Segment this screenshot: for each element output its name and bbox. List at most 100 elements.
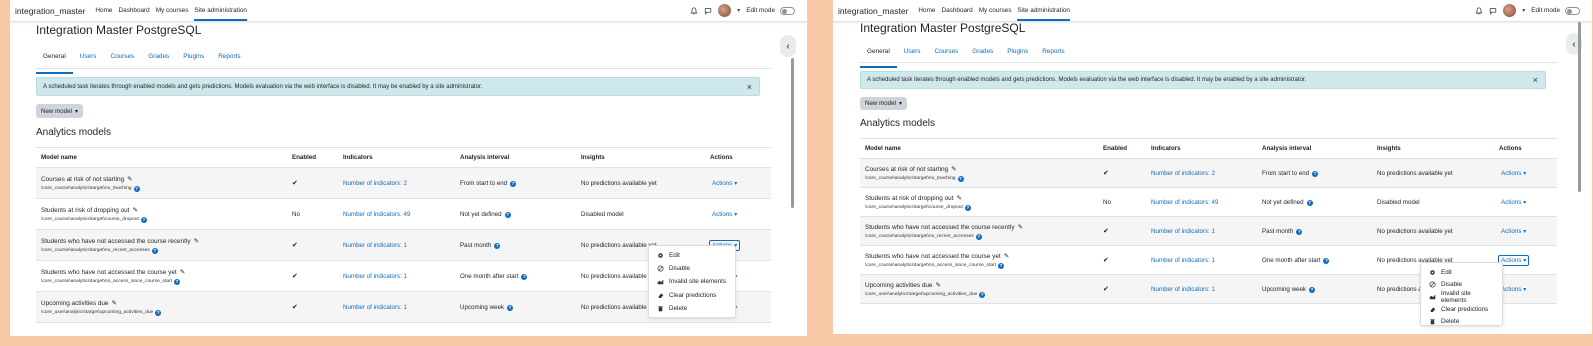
nav-home[interactable]: Home [95, 0, 112, 21]
help-icon[interactable]: ? [964, 204, 971, 211]
tab-general[interactable]: General [860, 48, 897, 68]
help-icon[interactable]: ? [155, 309, 162, 316]
message-icon[interactable] [704, 7, 712, 15]
menu-item-clear-predictions[interactable]: Clear predictions [1421, 303, 1502, 315]
help-icon[interactable]: ? [510, 180, 517, 187]
help-icon[interactable]: ? [1312, 170, 1319, 177]
actions-menu-button[interactable]: Actions▾ [1499, 169, 1528, 178]
pencil-icon[interactable]: ✎ [194, 238, 199, 245]
pencil-icon[interactable]: ✎ [951, 166, 956, 173]
menu-item-edit[interactable]: Edit [1421, 266, 1502, 278]
menu-item-delete[interactable]: Delete [1421, 316, 1502, 328]
indicators-link[interactable]: Number of indicators: 1 [343, 242, 407, 249]
tab-users[interactable]: Users [73, 53, 104, 68]
scrollbar[interactable] [791, 58, 794, 208]
pencil-icon[interactable]: ✎ [127, 176, 132, 183]
close-icon[interactable]: × [747, 82, 752, 92]
indicators-link[interactable]: Number of indicators: 49 [1151, 199, 1218, 206]
message-icon[interactable] [1489, 7, 1497, 15]
analysis-interval: One month after start [460, 272, 519, 280]
indicators-link[interactable]: Number of indicators: 49 [343, 211, 410, 218]
help-icon[interactable]: ? [133, 185, 140, 192]
help-icon[interactable]: ? [507, 304, 514, 311]
edit-mode-toggle[interactable] [780, 6, 795, 15]
new-model-button[interactable]: New model ▾ [860, 97, 908, 110]
pencil-icon[interactable]: ✎ [112, 300, 117, 307]
site-name[interactable]: integration_master [838, 6, 908, 16]
indicators-link[interactable]: Number of indicators: 2 [343, 180, 407, 187]
help-icon[interactable]: ? [1309, 286, 1316, 293]
pencil-icon[interactable]: ✎ [132, 207, 137, 214]
actions-menu-button[interactable]: Actions▾ [1499, 198, 1528, 207]
help-icon[interactable]: ? [504, 211, 511, 218]
menu-item-invalid-site-elements[interactable]: Invalid site elements [1421, 290, 1502, 304]
drawer-toggle[interactable]: ‹ [780, 35, 796, 57]
pencil-icon[interactable]: ✎ [956, 195, 961, 202]
user-avatar[interactable] [1503, 4, 1517, 17]
close-icon[interactable]: × [1533, 75, 1538, 85]
new-model-button[interactable]: New model ▾ [36, 104, 84, 118]
model-name-cell: Students at risk of dropping out ✎ \core_c… [36, 198, 287, 230]
help-icon[interactable]: ? [494, 242, 501, 249]
menu-item-delete[interactable]: Delete [649, 302, 735, 315]
model-target-path: \core_course\analytics\target\no_teachin… [41, 185, 282, 192]
actions-menu-button[interactable]: Actions▾ [1497, 254, 1530, 266]
pencil-icon[interactable]: ✎ [1018, 224, 1023, 231]
help-icon[interactable]: ? [979, 291, 986, 298]
help-icon[interactable]: ? [151, 247, 158, 254]
pencil-icon[interactable]: ✎ [936, 282, 941, 289]
nav-my-courses[interactable]: My courses [979, 0, 1012, 21]
tab-users[interactable]: Users [897, 48, 928, 62]
help-icon[interactable]: ? [140, 216, 147, 223]
pencil-icon[interactable]: ✎ [1004, 253, 1009, 260]
help-icon[interactable]: ? [1296, 228, 1303, 235]
nav-home[interactable]: Home [918, 0, 935, 21]
pencil-icon[interactable]: ✎ [180, 269, 185, 276]
chevron-down-icon[interactable]: ▾ [1522, 7, 1525, 14]
menu-item-invalid-site-elements[interactable]: Invalid site elements [649, 275, 735, 288]
tab-grades[interactable]: Grades [141, 53, 176, 68]
bell-icon[interactable] [1475, 6, 1483, 15]
actions-menu-button[interactable]: Actions▾ [1499, 227, 1528, 236]
help-icon[interactable]: ? [998, 262, 1005, 269]
nav-dashboard[interactable]: Dashboard [118, 0, 149, 21]
help-icon[interactable]: ? [521, 273, 528, 280]
help-icon[interactable]: ? [1306, 199, 1313, 206]
nav-my-courses[interactable]: My courses [156, 0, 189, 21]
tab-reports[interactable]: Reports [1035, 48, 1071, 62]
actions-menu-button[interactable]: Actions▾ [1499, 285, 1528, 294]
help-icon[interactable]: ? [1323, 257, 1330, 264]
tab-grades[interactable]: Grades [965, 48, 1000, 62]
menu-item-clear-predictions[interactable]: Clear predictions [649, 289, 735, 302]
menu-item-disable[interactable]: Disable [649, 262, 735, 275]
tab-reports[interactable]: Reports [211, 53, 247, 68]
tab-general[interactable]: General [36, 53, 73, 74]
bell-icon[interactable] [690, 6, 698, 15]
indicators-link[interactable]: Number of indicators: 2 [1151, 170, 1215, 177]
edit-mode-toggle[interactable] [1565, 6, 1580, 15]
help-icon[interactable]: ? [975, 233, 982, 240]
tab-plugins[interactable]: Plugins [1000, 48, 1035, 62]
indicators-link[interactable]: Number of indicators: 1 [343, 304, 407, 311]
nav-dashboard[interactable]: Dashboard [941, 0, 972, 21]
tab-plugins[interactable]: Plugins [176, 53, 211, 68]
tab-courses[interactable]: Courses [103, 53, 141, 68]
help-icon[interactable]: ? [957, 175, 964, 182]
scrollbar[interactable] [1578, 22, 1581, 192]
actions-menu-button[interactable]: Actions▾ [710, 179, 739, 188]
actions-label: Actions [1501, 227, 1522, 235]
tab-courses[interactable]: Courses [927, 48, 965, 62]
nav-site-administration[interactable]: Site administration [1017, 0, 1070, 21]
user-avatar[interactable] [718, 4, 732, 17]
indicators-link[interactable]: Number of indicators: 1 [1151, 257, 1215, 264]
chevron-down-icon[interactable]: ▾ [737, 7, 740, 14]
indicators-link[interactable]: Number of indicators: 1 [343, 273, 407, 280]
menu-item-edit[interactable]: Edit [649, 249, 735, 262]
nav-site-administration[interactable]: Site administration [194, 0, 247, 21]
actions-menu-button[interactable]: Actions▾ [710, 210, 739, 219]
site-name[interactable]: integration_master [15, 6, 85, 16]
menu-item-disable[interactable]: Disable [1421, 278, 1502, 290]
help-icon[interactable]: ? [174, 278, 181, 285]
indicators-link[interactable]: Number of indicators: 1 [1151, 286, 1215, 293]
indicators-link[interactable]: Number of indicators: 1 [1151, 228, 1215, 235]
